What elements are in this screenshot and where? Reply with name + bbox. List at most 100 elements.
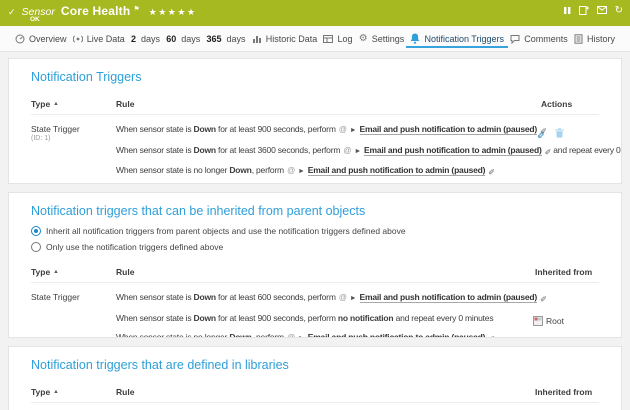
rule-text-bold: no notification bbox=[338, 313, 394, 323]
trigger-rule: When sensor state is Down for at least 6… bbox=[116, 288, 507, 309]
delete-trigger-icon[interactable] bbox=[555, 128, 564, 138]
chart-icon bbox=[252, 34, 262, 44]
column-header-label: Type bbox=[31, 387, 50, 397]
tab-settings[interactable]: ⚙Settings bbox=[359, 26, 405, 51]
tab-label: Notification Triggers bbox=[424, 34, 504, 44]
tab-history[interactable]: History bbox=[574, 26, 615, 51]
favorite-flag-icon[interactable]: ⚑ bbox=[133, 5, 139, 13]
rule-text: for at least 900 seconds, perform bbox=[216, 124, 338, 134]
trigger-table: Type▲ RuleActions State Trigger(ID: 1)When… bbox=[31, 93, 599, 182]
notification-icons: @► bbox=[339, 292, 357, 302]
rule-text: , perform bbox=[252, 332, 286, 338]
status-ok-check-icon: ✓ bbox=[8, 7, 16, 18]
email-icon[interactable] bbox=[597, 6, 607, 14]
tab-label: Overview bbox=[29, 34, 67, 44]
edit-notification-icon[interactable]: ✎ bbox=[488, 161, 495, 181]
column-header-label: Type bbox=[31, 99, 50, 109]
edit-notification-icon[interactable]: ✎ bbox=[488, 328, 495, 338]
trigger-row: State TriggerWhen sensor state is Down f… bbox=[31, 283, 599, 338]
tab-number: 365 bbox=[206, 34, 221, 44]
edit-notification-icon[interactable]: ✎ bbox=[540, 288, 547, 308]
sort-ascending-icon[interactable]: ▲ bbox=[53, 389, 58, 395]
trigger-type-cell: State Trigger(ID: 1) bbox=[31, 120, 116, 182]
column-header-actions: Actions bbox=[507, 99, 599, 109]
rule-text: for at least 900 seconds, perform bbox=[216, 313, 338, 323]
log-icon bbox=[323, 34, 333, 44]
contact-icon: @ bbox=[287, 166, 295, 175]
tab-live-data[interactable]: Live Data bbox=[73, 26, 125, 51]
radio-option[interactable]: Only use the notification triggers defin… bbox=[31, 242, 621, 252]
status-badge: OK bbox=[30, 16, 40, 23]
tab-60-days[interactable]: 60days bbox=[166, 26, 200, 51]
radio-unselected-icon[interactable] bbox=[31, 242, 41, 252]
tab-number: 2 bbox=[131, 34, 136, 44]
rule-text: for at least 600 seconds, perform bbox=[216, 292, 338, 302]
edit-trigger-icon[interactable]: ✎ bbox=[537, 128, 545, 138]
column-header-rule: Rule bbox=[116, 387, 507, 397]
column-header-inherited-from: Inherited from bbox=[507, 387, 599, 397]
tab-log[interactable]: Log bbox=[323, 26, 352, 51]
tab-bar: OverviewLive Data2days60days365daysHisto… bbox=[0, 26, 630, 52]
trigger-type: State Trigger bbox=[31, 288, 116, 307]
add-report-icon[interactable] bbox=[579, 5, 589, 15]
radio-label: Only use the notification triggers defin… bbox=[46, 242, 223, 252]
notification-icons: @► bbox=[339, 124, 357, 134]
tab-notification-triggers[interactable]: Notification Triggers bbox=[410, 26, 504, 51]
live-icon bbox=[73, 34, 83, 44]
tab-label: Log bbox=[337, 34, 352, 44]
tab-365-days[interactable]: 365days bbox=[206, 26, 245, 51]
refresh-icon[interactable]: ↻ bbox=[615, 6, 623, 15]
sort-ascending-icon[interactable]: ▲ bbox=[53, 101, 58, 107]
rule-text: for at least 3600 seconds, perform bbox=[216, 145, 343, 155]
notification-link[interactable]: Email and push notification to admin (pa… bbox=[308, 332, 486, 338]
rule-text: When sensor state is bbox=[116, 313, 194, 323]
column-header-type: Type▲ bbox=[31, 267, 116, 277]
sort-ascending-icon[interactable]: ▲ bbox=[53, 269, 58, 275]
edit-notification-icon[interactable]: ✎ bbox=[545, 141, 552, 161]
trigger-table: Type▲RuleInherited fromState TriggerWhen… bbox=[31, 261, 599, 338]
tab-label: days bbox=[141, 34, 160, 44]
radio-selected-icon[interactable] bbox=[31, 226, 41, 236]
run-arrow-icon: ► bbox=[350, 127, 357, 134]
table-header-row: Type▲ RuleInherited from bbox=[31, 381, 599, 403]
rule-text-bold: Down bbox=[229, 165, 251, 175]
rule-text-bold: Down bbox=[194, 124, 216, 134]
table-header-row: Type▲ RuleActions bbox=[31, 93, 599, 115]
run-arrow-icon: ► bbox=[298, 335, 305, 338]
pause-icon[interactable] bbox=[564, 6, 571, 15]
priority-stars[interactable]: ★★★★★ bbox=[149, 7, 197, 18]
rule-text: When sensor state is bbox=[116, 124, 194, 134]
section-title: Notification triggers that are defined i… bbox=[31, 358, 621, 372]
tab-label: days bbox=[181, 34, 200, 44]
contact-icon: @ bbox=[287, 333, 295, 338]
sensor-header: ✓ Sensor Core Health ⚑ ★★★★★ OK ↻ bbox=[0, 0, 630, 26]
inherited-from-link[interactable]: Root bbox=[546, 316, 564, 326]
sensor-title: Core Health bbox=[61, 4, 131, 18]
table-header-row: Type▲RuleInherited from bbox=[31, 261, 599, 283]
tab-label: Live Data bbox=[87, 34, 125, 44]
tab-overview[interactable]: Overview bbox=[15, 26, 67, 51]
radio-label: Inherit all notification triggers from p… bbox=[46, 226, 406, 236]
notification-icons: @► bbox=[287, 165, 305, 175]
trigger-actions: ✎ bbox=[507, 120, 599, 182]
trigger-row: State Trigger(ID: 1)When sensor state is… bbox=[31, 115, 599, 182]
contact-icon: @ bbox=[343, 146, 351, 155]
tab-historic-data[interactable]: Historic Data bbox=[252, 26, 318, 51]
trigger-rule: When sensor state is no longer Down, per… bbox=[116, 161, 507, 182]
column-header-rule: Rule bbox=[116, 99, 507, 109]
run-arrow-icon: ► bbox=[298, 168, 305, 175]
run-arrow-icon: ► bbox=[350, 295, 357, 302]
notification-link[interactable]: Email and push notification to admin (pa… bbox=[308, 165, 486, 176]
section-library-triggers: Notification triggers that are defined i… bbox=[8, 346, 622, 410]
trigger-rule: When sensor state is no longer Down, per… bbox=[116, 328, 507, 338]
section-notification-triggers: Notification TriggersType▲RuleActionsSta… bbox=[8, 58, 622, 184]
tab-comments[interactable]: Comments bbox=[510, 26, 568, 51]
header-toolbar: ↻ bbox=[564, 5, 623, 15]
trigger-rule: When sensor state is Down for at least 3… bbox=[116, 141, 507, 162]
tab-label: Historic Data bbox=[266, 34, 318, 44]
radio-option[interactable]: Inherit all notification triggers from p… bbox=[31, 226, 621, 236]
tab-2-days[interactable]: 2 days bbox=[131, 26, 160, 51]
history-icon bbox=[574, 34, 583, 44]
section-inherited-triggers: Notification triggers that can be inheri… bbox=[8, 192, 622, 338]
column-header-inherited-from: Inherited from bbox=[507, 267, 599, 277]
